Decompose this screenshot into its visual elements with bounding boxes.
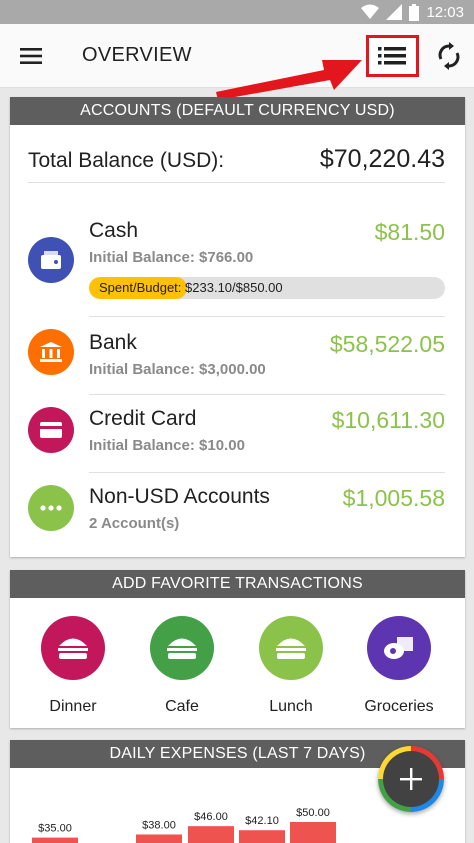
budget-value: $233.10/$850.00 (185, 280, 283, 295)
account-amount: $1,005.58 (342, 485, 445, 511)
chart-data-label: $46.00 (194, 811, 228, 823)
fab-inner (383, 751, 439, 807)
accounts-card: ACCOUNTS (DEFAULT CURRENCY USD) Total Ba… (10, 97, 465, 557)
favorite-label: Groceries (364, 698, 434, 715)
account-item-cash[interactable]: Cash Initial Balance: $766.00 $81.50 (10, 197, 465, 317)
chart-bar (136, 834, 182, 843)
chart-data-label: $50.00 (296, 807, 330, 819)
favorites-header: ADD FAVORITE TRANSACTIONS (10, 570, 465, 598)
account-name: Non-USD Accounts (89, 485, 270, 508)
battery-icon (409, 3, 420, 21)
menu-icon[interactable] (19, 44, 43, 68)
page-title: OVERVIEW (82, 44, 192, 66)
chart-bar (239, 830, 285, 843)
chart-data-label: $42.10 (245, 815, 279, 827)
credit-card-icon (28, 407, 74, 453)
account-amount: $81.50 (374, 219, 445, 245)
add-transaction-button[interactable] (378, 746, 444, 812)
account-count: 2 Account(s) (89, 515, 180, 532)
status-icons: 12:03 (361, 0, 464, 24)
favorite-dinner[interactable]: Dinner (23, 616, 123, 716)
sync-icon[interactable] (436, 42, 462, 70)
groceries-icon (367, 616, 431, 680)
account-initial-balance: Initial Balance: $3,000.00 (89, 361, 266, 378)
wifi-icon (361, 4, 380, 19)
account-name: Cash (89, 219, 139, 242)
chart-data-label: $38.00 (142, 819, 176, 831)
favorites-card: ADD FAVORITE TRANSACTIONS Dinner Cafe Lu… (10, 570, 465, 728)
signal-icon (386, 4, 403, 20)
total-balance-value: $70,220.43 (319, 145, 445, 173)
total-balance-row: Total Balance (USD): $70,220.43 (28, 143, 445, 183)
list-icon (378, 47, 406, 65)
chart-bar (32, 837, 78, 843)
favorite-groceries[interactable]: Groceries (349, 616, 449, 716)
chart-bar (290, 822, 336, 843)
account-initial-balance: Initial Balance: $10.00 (89, 437, 245, 454)
plus-icon (400, 768, 422, 790)
burger-icon (259, 616, 323, 680)
account-name: Bank (89, 331, 137, 354)
budget-progress-bar: Spent/Budget: $233.10/$850.00 (89, 277, 445, 299)
burger-icon (41, 616, 105, 680)
total-balance-label: Total Balance (USD): (28, 149, 225, 172)
account-item-bank[interactable]: Bank Initial Balance: $3,000.00 $58,522.… (10, 317, 465, 394)
favorite-label: Cafe (165, 698, 199, 715)
account-name: Credit Card (89, 407, 197, 430)
wallet-icon (28, 237, 74, 283)
list-view-button[interactable] (366, 35, 419, 77)
chart-data-label: $35.00 (38, 823, 72, 835)
budget-text: Spent/Budget: $233.10/$850.00 (99, 280, 283, 295)
account-item-credit-card[interactable]: Credit Card Initial Balance: $10.00 $10,… (10, 395, 465, 472)
status-time: 12:03 (426, 3, 464, 21)
budget-label: Spent/Budget: (99, 280, 182, 295)
chart-bar (188, 826, 234, 843)
accounts-header: ACCOUNTS (DEFAULT CURRENCY USD) (10, 97, 465, 125)
more-icon (28, 485, 74, 531)
status-bar: 12:03 (0, 0, 474, 24)
bank-icon (28, 329, 74, 375)
account-amount: $10,611.30 (331, 407, 445, 433)
burger-icon (150, 616, 214, 680)
favorite-label: Lunch (269, 698, 313, 715)
favorite-cafe[interactable]: Cafe (132, 616, 232, 716)
account-item-non-usd[interactable]: Non-USD Accounts 2 Account(s) $1,005.58 (10, 473, 465, 553)
favorite-label: Dinner (49, 698, 97, 715)
account-amount: $58,522.05 (329, 331, 445, 357)
account-initial-balance: Initial Balance: $766.00 (89, 249, 254, 266)
favorite-lunch[interactable]: Lunch (241, 616, 341, 716)
